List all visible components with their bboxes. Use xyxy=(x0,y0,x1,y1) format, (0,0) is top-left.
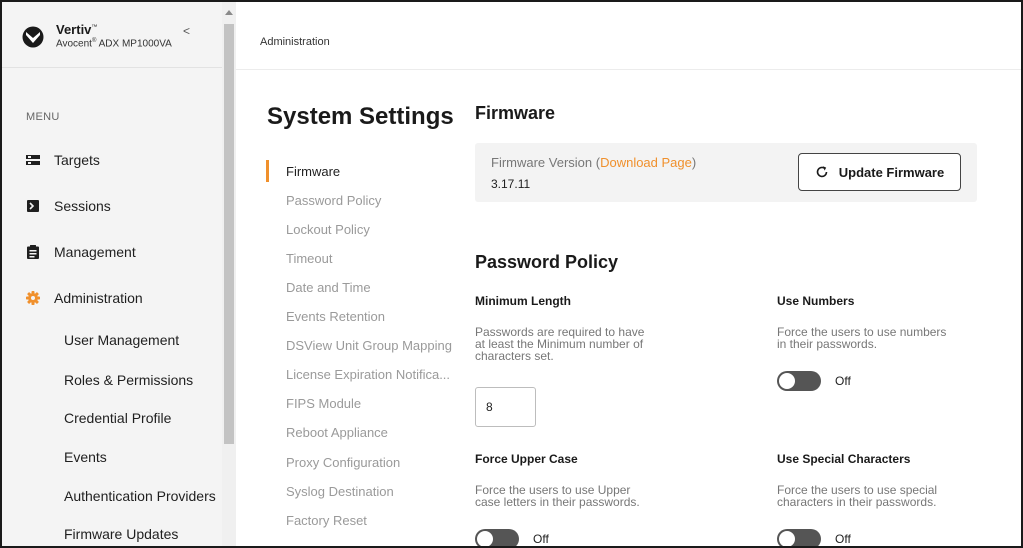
use-special-state: Off xyxy=(835,532,851,546)
use-special-title: Use Special Characters xyxy=(777,452,911,466)
targets-icon xyxy=(26,155,40,165)
use-special-description: Force the users to use special character… xyxy=(777,483,938,509)
sidebar-scroll-thumb[interactable] xyxy=(224,24,234,444)
refresh-icon xyxy=(816,166,828,178)
app-window: Vertiv™ Avocent® ADX MP1000VA < MENU Tar… xyxy=(0,0,1023,548)
brand-name: Vertiv™ xyxy=(56,22,98,37)
firmware-version-label: Firmware Version (Download Page) xyxy=(491,155,697,170)
sidebar-subitem-user-management[interactable]: User Management xyxy=(64,332,179,348)
breadcrumb: Administration xyxy=(260,36,330,48)
force-upper-state: Off xyxy=(533,532,549,546)
sessions-icon xyxy=(27,200,39,212)
sidebar-subitem-authentication-providers[interactable]: Authentication Providers xyxy=(64,488,216,504)
sidebar-subitem-events[interactable]: Events xyxy=(64,449,107,465)
settings-nav-dsview-mapping[interactable]: DSView Unit Group Mapping xyxy=(286,338,452,353)
password-policy-section-title: Password Policy xyxy=(475,252,619,272)
force-upper-toggle[interactable] xyxy=(475,529,519,546)
sidebar-item-label: Targets xyxy=(54,152,100,168)
settings-nav-lockout-policy[interactable]: Lockout Policy xyxy=(286,222,370,237)
settings-nav-syslog-destination[interactable]: Syslog Destination xyxy=(286,484,394,499)
firmware-card: Firmware Version (Download Page) 3.17.11… xyxy=(475,143,977,202)
sidebar-item-sessions[interactable]: Sessions xyxy=(26,196,111,216)
menu-title: MENU xyxy=(26,111,60,123)
settings-nav-license-expiration[interactable]: License Expiration Notifica... xyxy=(286,367,450,382)
download-page-link[interactable]: Download Page xyxy=(600,155,692,170)
use-numbers-title: Use Numbers xyxy=(777,294,855,308)
sidebar-item-targets[interactable]: Targets xyxy=(26,150,100,170)
brand-model: Avocent® ADX MP1000VA xyxy=(56,38,172,50)
toggle-knob xyxy=(477,531,493,546)
sidebar-item-administration[interactable]: Administration xyxy=(26,288,143,308)
scroll-up-arrow-icon[interactable] xyxy=(225,10,233,15)
sidebar-item-label: Administration xyxy=(54,290,143,306)
force-upper-title: Force Upper Case xyxy=(475,452,578,466)
min-length-input[interactable] xyxy=(475,387,536,427)
brand-header: Vertiv™ Avocent® ADX MP1000VA < xyxy=(2,2,222,68)
min-length-description: Passwords are required to have at least … xyxy=(475,325,645,363)
page-title: System Settings xyxy=(267,103,454,130)
settings-nav-proxy-configuration[interactable]: Proxy Configuration xyxy=(286,455,400,470)
toggle-knob xyxy=(779,531,795,546)
sidebar-item-management[interactable]: Management xyxy=(26,242,136,262)
settings-nav-timeout[interactable]: Timeout xyxy=(286,251,332,266)
clipboard-icon xyxy=(27,245,39,259)
settings-nav-events-retention[interactable]: Events Retention xyxy=(286,309,385,324)
settings-nav-firmware[interactable]: Firmware xyxy=(286,164,340,179)
sidebar-item-label: Sessions xyxy=(54,198,111,214)
top-bar: Administration xyxy=(236,2,1021,70)
force-upper-description: Force the users to use Upper case letter… xyxy=(475,483,640,509)
sidebar-subitem-firmware-updates[interactable]: Firmware Updates xyxy=(64,526,178,542)
settings-nav-factory-reset[interactable]: Factory Reset xyxy=(286,513,367,528)
firmware-section-title: Firmware xyxy=(475,103,556,123)
settings-nav-reboot-appliance[interactable]: Reboot Appliance xyxy=(286,425,388,440)
use-numbers-description: Force the users to use numbers in their … xyxy=(777,325,947,351)
sidebar-subitem-roles-permissions[interactable]: Roles & Permissions xyxy=(64,372,193,388)
use-numbers-toggle[interactable] xyxy=(777,371,821,391)
min-length-title: Minimum Length xyxy=(475,294,571,308)
settings-nav-active-indicator xyxy=(266,160,269,182)
toggle-knob xyxy=(779,373,795,389)
update-firmware-button[interactable]: Update Firmware xyxy=(798,153,961,191)
use-numbers-state: Off xyxy=(835,374,851,388)
settings-nav-password-policy[interactable]: Password Policy xyxy=(286,193,381,208)
use-special-toggle[interactable] xyxy=(777,529,821,546)
sidebar: Vertiv™ Avocent® ADX MP1000VA < MENU Tar… xyxy=(2,2,236,546)
vertiv-logo-icon xyxy=(22,26,44,48)
sidebar-item-label: Management xyxy=(54,244,136,260)
firmware-version-value: 3.17.11 xyxy=(491,177,531,191)
sidebar-subitem-credential-profile[interactable]: Credential Profile xyxy=(64,410,171,426)
collapse-sidebar-icon[interactable]: < xyxy=(183,24,190,38)
settings-nav-fips-module[interactable]: FIPS Module xyxy=(286,396,361,411)
settings-nav-date-time[interactable]: Date and Time xyxy=(286,280,371,295)
gear-icon xyxy=(26,291,40,305)
